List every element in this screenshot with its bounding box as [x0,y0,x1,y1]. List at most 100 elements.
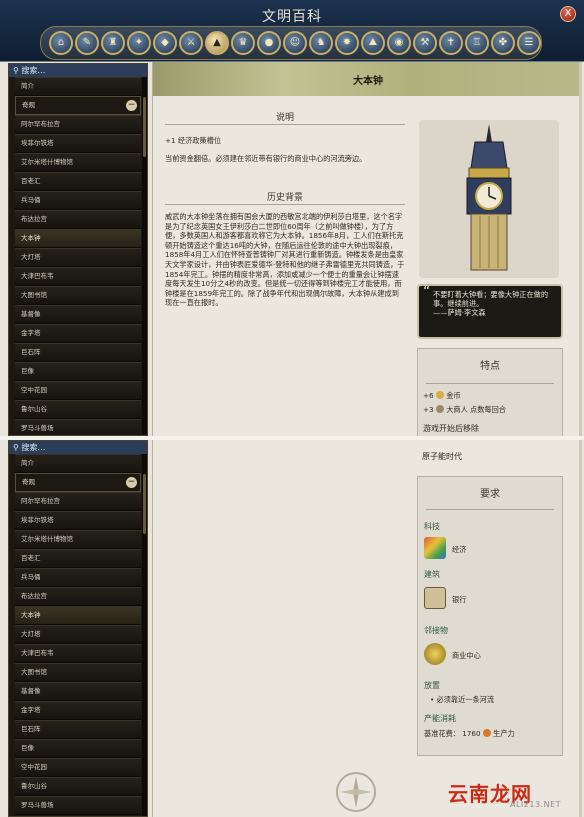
sidebar-item-label: 兵马俑 [21,573,41,581]
unit-icon[interactable]: ⚔ [179,31,203,55]
sidebar-item[interactable]: 大津巴布韦 [15,644,141,663]
search-input[interactable]: ⚲ 搜索… [9,64,147,77]
sidebar-item[interactable]: 兵马俑 [15,191,141,210]
close-button[interactable]: X [560,6,576,22]
sidebar-item-label: 艾尔米塔什博物馆 [21,158,73,166]
cost-text: 基准花费： [424,729,460,738]
sidebar-item-label: 简介 [21,459,34,467]
traits-box: 特点 +6 金币 +3 大商人 点数每回合 游戏开始后移除 [417,348,563,436]
sidebar-item[interactable]: 金字塔 [15,324,141,343]
quote-author: ——萨姆·李文森 [433,308,486,317]
sidebar-category[interactable]: 奇观 − [15,96,141,115]
divider [426,509,554,510]
placement-text: • 必须靠近一条河流 [430,695,495,704]
civ-icon[interactable]: ♞ [309,31,333,55]
sidebar-item[interactable]: 布达拉宫 [15,210,141,229]
sidebar-item[interactable]: 大图书馆 [15,663,141,682]
promotion-icon[interactable]: ▲ [205,31,229,55]
sidebar-item[interactable]: 兵马俑 [15,568,141,587]
district-name[interactable]: 商业中心 [452,651,481,661]
sidebar-item[interactable]: 阿尔罕布拉宫 [15,115,141,134]
article-scrollbar[interactable] [579,62,582,436]
collapse-icon[interactable]: − [126,477,137,488]
tech-name[interactable]: 经济 [452,545,466,555]
sidebar-item[interactable]: 鲁尔山谷 [15,400,141,419]
sidebar-item-label: 基督像 [21,310,41,318]
sidebar-scrollbar[interactable] [142,454,147,816]
sidebar-item[interactable]: 艾尔米塔什博物馆 [15,153,141,172]
pedia-icon[interactable]: ✎ [75,31,99,55]
terrain-icon[interactable]: ⛰ [361,31,385,55]
sidebar-item-label: 大本钟 [21,611,41,619]
tech-label: 科技 [424,522,440,531]
sidebar-item-label: 简介 [21,82,34,90]
great-people-icon[interactable]: ☺ [283,31,307,55]
route-icon[interactable]: ✤ [491,31,515,55]
search-input[interactable]: ⚲ 搜索… [9,441,147,454]
sidebar-item[interactable]: 布达拉宫 [15,587,141,606]
sidebar-item[interactable]: 百老汇 [15,172,141,191]
sidebar-item[interactable]: 埃菲尔铁塔 [15,134,141,153]
sidebar-item-label: 巨像 [21,367,34,375]
sidebar-item[interactable]: 大图书馆 [15,286,141,305]
cost-row: 基准花费： 1760 生产力 [424,729,515,739]
resource-icon[interactable]: ◉ [387,31,411,55]
building-icon[interactable]: ● [257,31,281,55]
big-ben-portrait [419,120,559,278]
city-state-icon[interactable]: ✸ [335,31,359,55]
economics-tech-icon[interactable] [424,537,446,559]
sidebar-item[interactable]: 阿尔罕布拉宫 [15,492,141,511]
policy-icon[interactable]: ♜ [101,31,125,55]
quote-text: 不要盯着大钟看；要像大钟正在做的事。继续前进。 [433,290,549,308]
sidebar-item[interactable]: 金字塔 [15,701,141,720]
big-ben-icon [466,124,512,271]
sidebar-item[interactable]: 巨像 [15,739,141,758]
cost-label: 产能消耗 [424,714,456,723]
sidebar-item[interactable]: 罗马斗兽场 [15,419,141,435]
scroll-thumb[interactable] [143,474,146,534]
sidebar-item[interactable]: 巨像 [15,362,141,381]
religion-icon[interactable]: ✦ [127,31,151,55]
sidebar-item[interactable]: 大本钟 [15,606,141,625]
tech-icon[interactable]: ◆ [153,31,177,55]
history-text: 威武的大本钟坐落在拥有国会大厦的西敏宫北端的伊利莎白塔里，这个名字是为了纪念英国… [165,212,405,308]
sidebar-item-label: 罗马斗兽场 [21,801,54,809]
sidebar-item-label: 大灯塔 [21,630,41,638]
sidebar-item-label: 百老汇 [21,177,41,185]
sidebar-item[interactable]: 巨石阵 [15,343,141,362]
sidebar-item[interactable]: 艾尔米塔什博物馆 [15,530,141,549]
building-name[interactable]: 银行 [452,595,466,605]
belief-icon[interactable]: ✝ [439,31,463,55]
sidebar-item[interactable]: 巨石阵 [15,720,141,739]
wonder-icon[interactable]: ♛ [231,31,255,55]
sidebar-item[interactable]: 空中花园 [15,381,141,400]
bank-icon[interactable] [424,587,446,609]
congress-icon[interactable]: ♖ [465,31,489,55]
sidebar-item[interactable]: 简介 [15,454,141,473]
sidebar-item[interactable]: 鲁尔山谷 [15,777,141,796]
sidebar-item[interactable]: 埃菲尔铁塔 [15,511,141,530]
scroll-thumb[interactable] [143,97,146,157]
improvement-icon[interactable]: ⚒ [413,31,437,55]
sidebar-category[interactable]: 奇观 − [15,473,141,492]
sidebar-item[interactable]: 简介 [15,77,141,96]
sidebar-item[interactable]: 罗马斗兽场 [15,796,141,815]
collapse-icon[interactable]: − [126,100,137,111]
article-name: 大本钟 [353,76,383,87]
concept-icon[interactable]: ☰ [517,31,541,55]
sidebar-item[interactable]: 百老汇 [15,549,141,568]
sidebar-item[interactable]: 大津巴布韦 [15,267,141,286]
requirements-box: 要求 科技 经济 建筑 银行 邻接物 商业中心 放置 • 必须靠近一条河流 产能… [417,476,563,756]
article-scrollbar[interactable] [579,440,582,817]
sidebar-item[interactable]: 大灯塔 [15,248,141,267]
sidebar-item[interactable]: 大灯塔 [15,625,141,644]
home-icon[interactable]: ⌂ [49,31,73,55]
sidebar-item[interactable]: 基督像 [15,682,141,701]
sidebar-scrollbar[interactable] [142,77,147,435]
sidebar-item[interactable]: 大本钟 [15,229,141,248]
sidebar-item[interactable]: 基督像 [15,305,141,324]
summary-heading: 说明 [275,113,294,123]
sidebar-item-label: 空中花园 [21,763,47,771]
commercial-hub-icon[interactable] [424,643,446,665]
sidebar-item[interactable]: 空中花园 [15,758,141,777]
